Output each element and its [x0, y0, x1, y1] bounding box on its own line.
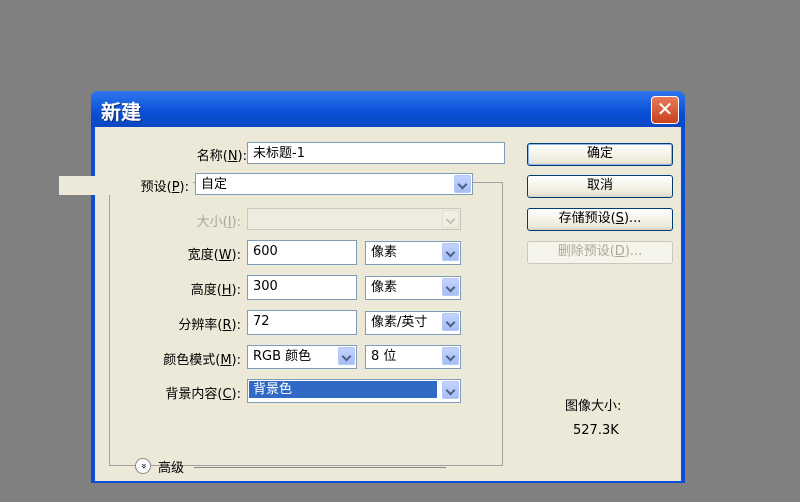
preset-value: 自定 [201, 177, 228, 192]
ok-button[interactable]: 确定 [527, 143, 673, 166]
title-bar[interactable]: 新建 ✕ [91, 91, 685, 127]
color-mode-label: 颜色模式(M): [163, 353, 241, 368]
advanced-divider [194, 467, 446, 468]
chevron-down-icon[interactable] [442, 313, 459, 331]
dialog-body: 名称(N): 未标题-1 预设(P): 自定 大小(I): 宽度(W): 600… [59, 127, 681, 481]
expand-advanced-icon[interactable]: » [135, 458, 151, 474]
image-size-label: 图像大小: [565, 399, 622, 414]
chevron-down-icon[interactable] [454, 175, 471, 193]
preset-label: 预设(P): [59, 176, 193, 195]
chevron-down-icon [442, 210, 459, 228]
width-field[interactable]: 600 [247, 240, 357, 265]
width-unit-select[interactable]: 像素 [365, 241, 461, 265]
bit-depth-select[interactable]: 8 位 [365, 345, 461, 369]
advanced-label[interactable]: 高级 [158, 457, 184, 476]
size-select [247, 208, 461, 230]
save-preset-button[interactable]: 存储预设(S)... [527, 208, 673, 231]
chevron-down-icon[interactable] [442, 347, 459, 365]
background-contents-select[interactable]: 背景色 [247, 379, 461, 403]
width-label: 宽度(W): [187, 248, 241, 263]
color-mode-select[interactable]: RGB 颜色 [247, 345, 357, 369]
chevron-down-icon[interactable] [442, 243, 459, 261]
size-label: 大小(I): [196, 215, 241, 230]
chevron-down-icon[interactable] [442, 381, 459, 399]
name-field[interactable]: 未标题-1 [247, 142, 505, 164]
resolution-field[interactable]: 72 [247, 310, 357, 335]
chevron-down-icon[interactable] [442, 278, 459, 296]
delete-preset-button: 删除预设(D)... [527, 241, 673, 264]
height-unit-select[interactable]: 像素 [365, 276, 461, 300]
image-size-value: 527.3K [573, 423, 619, 438]
resolution-label: 分辨率(R): [178, 318, 241, 333]
chevron-down-icon[interactable] [338, 347, 355, 365]
close-button[interactable]: ✕ [651, 96, 679, 124]
height-label: 高度(H): [190, 283, 241, 298]
resolution-unit-select[interactable]: 像素/英寸 [365, 311, 461, 335]
new-document-dialog: 新建 ✕ 名称(N): 未标题-1 预设(P): 自定 大小(I): 宽度(W)… [59, 91, 685, 483]
dialog-title: 新建 [101, 100, 141, 124]
name-label: 名称(N): [196, 149, 247, 164]
cancel-button[interactable]: 取消 [527, 175, 673, 198]
height-field[interactable]: 300 [247, 275, 357, 300]
preset-select[interactable]: 自定 [195, 173, 473, 195]
background-label: 背景内容(C): [165, 387, 241, 402]
